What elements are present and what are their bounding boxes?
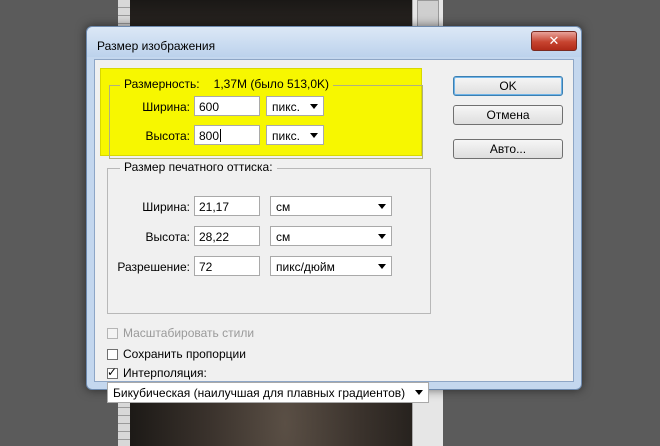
constrain-proportions-checkbox[interactable] bbox=[107, 349, 118, 360]
constrain-proportions-option[interactable]: Сохранить пропорции bbox=[107, 346, 246, 362]
chevron-down-icon bbox=[310, 104, 318, 109]
ok-button[interactable]: OK bbox=[453, 76, 563, 96]
doc-width-input[interactable]: 21,17 bbox=[194, 196, 260, 216]
resolution-input[interactable]: 72 bbox=[194, 256, 260, 276]
scale-styles-checkbox bbox=[107, 328, 118, 339]
document-size-legend: Размер печатного оттиска: bbox=[120, 160, 277, 174]
pixel-dimensions-group: Размерность: 1,37M (было 513,0K) Ширина: … bbox=[109, 77, 423, 159]
pixel-size-info: 1,37M (было 513,0K) bbox=[213, 77, 329, 91]
constrain-proportions-label: Сохранить пропорции bbox=[123, 347, 246, 361]
resample-option[interactable]: ✓ Интерполяция: bbox=[107, 365, 207, 381]
dialog-body: Размерность: 1,37M (было 513,0K) Ширина: … bbox=[94, 59, 574, 403]
pixel-width-unit-select[interactable]: пикс. bbox=[266, 96, 324, 116]
checkmark-icon: ✓ bbox=[107, 365, 118, 379]
doc-height-unit-select[interactable]: см bbox=[270, 226, 392, 246]
pixel-height-unit-value: пикс. bbox=[272, 129, 300, 143]
resample-method-select[interactable]: Бикубическая (наилучшая для плавных град… bbox=[107, 382, 429, 403]
resample-label: Интерполяция: bbox=[123, 366, 207, 380]
doc-height-input[interactable]: 28,22 bbox=[194, 226, 260, 246]
close-icon: ✕ bbox=[548, 33, 560, 48]
scale-styles-option: Масштабировать стили bbox=[107, 325, 254, 341]
cancel-button[interactable]: Отмена bbox=[453, 105, 563, 125]
pixel-dimensions-legend: Размерность: 1,37M (было 513,0K) bbox=[120, 77, 333, 91]
chevron-down-icon bbox=[378, 234, 386, 239]
chevron-down-icon bbox=[378, 264, 386, 269]
pixel-width-input[interactable]: 600 bbox=[194, 96, 260, 116]
chevron-down-icon bbox=[378, 204, 386, 209]
image-size-dialog: Размер изображения ✕ Размерность: 1,37M (… bbox=[86, 26, 582, 403]
chevron-down-icon bbox=[310, 133, 318, 138]
doc-width-label: Ширина: bbox=[142, 200, 190, 214]
close-button[interactable]: ✕ bbox=[531, 31, 577, 51]
doc-width-unit-value: см bbox=[276, 200, 291, 214]
resolution-label: Разрешение: bbox=[117, 260, 190, 274]
scale-styles-label: Масштабировать стили bbox=[123, 326, 255, 340]
dialog-title: Размер изображения bbox=[97, 39, 216, 53]
pixel-height-value: 800 bbox=[199, 129, 220, 143]
text-caret bbox=[220, 129, 222, 142]
resample-checkbox[interactable]: ✓ bbox=[107, 365, 118, 379]
title-bar[interactable]: Размер изображения ✕ bbox=[87, 27, 581, 57]
doc-height-unit-value: см bbox=[276, 230, 291, 244]
auto-button[interactable]: Авто... bbox=[453, 139, 563, 159]
pixel-height-label: Высота: bbox=[145, 129, 190, 143]
chevron-down-icon bbox=[415, 390, 423, 395]
pixel-dimensions-title: Размерность: bbox=[124, 77, 200, 91]
doc-height-label: Высота: bbox=[145, 230, 190, 244]
resample-method-value: Бикубическая (наилучшая для плавных град… bbox=[113, 386, 406, 400]
pixel-height-unit-select[interactable]: пикс. bbox=[266, 125, 324, 145]
resolution-unit-value: пикс/дюйм bbox=[276, 260, 335, 274]
resolution-unit-select[interactable]: пикс/дюйм bbox=[270, 256, 392, 276]
pixel-width-unit-value: пикс. bbox=[272, 100, 300, 114]
pixel-height-input[interactable]: 800 bbox=[194, 125, 260, 145]
pixel-width-label: Ширина: bbox=[142, 100, 190, 114]
document-size-group: Размер печатного оттиска: Ширина: 21,17 … bbox=[107, 160, 431, 314]
doc-width-unit-select[interactable]: см bbox=[270, 196, 392, 216]
pixel-dimensions-highlight: Размерность: 1,37M (было 513,0K) Ширина: … bbox=[100, 68, 423, 159]
